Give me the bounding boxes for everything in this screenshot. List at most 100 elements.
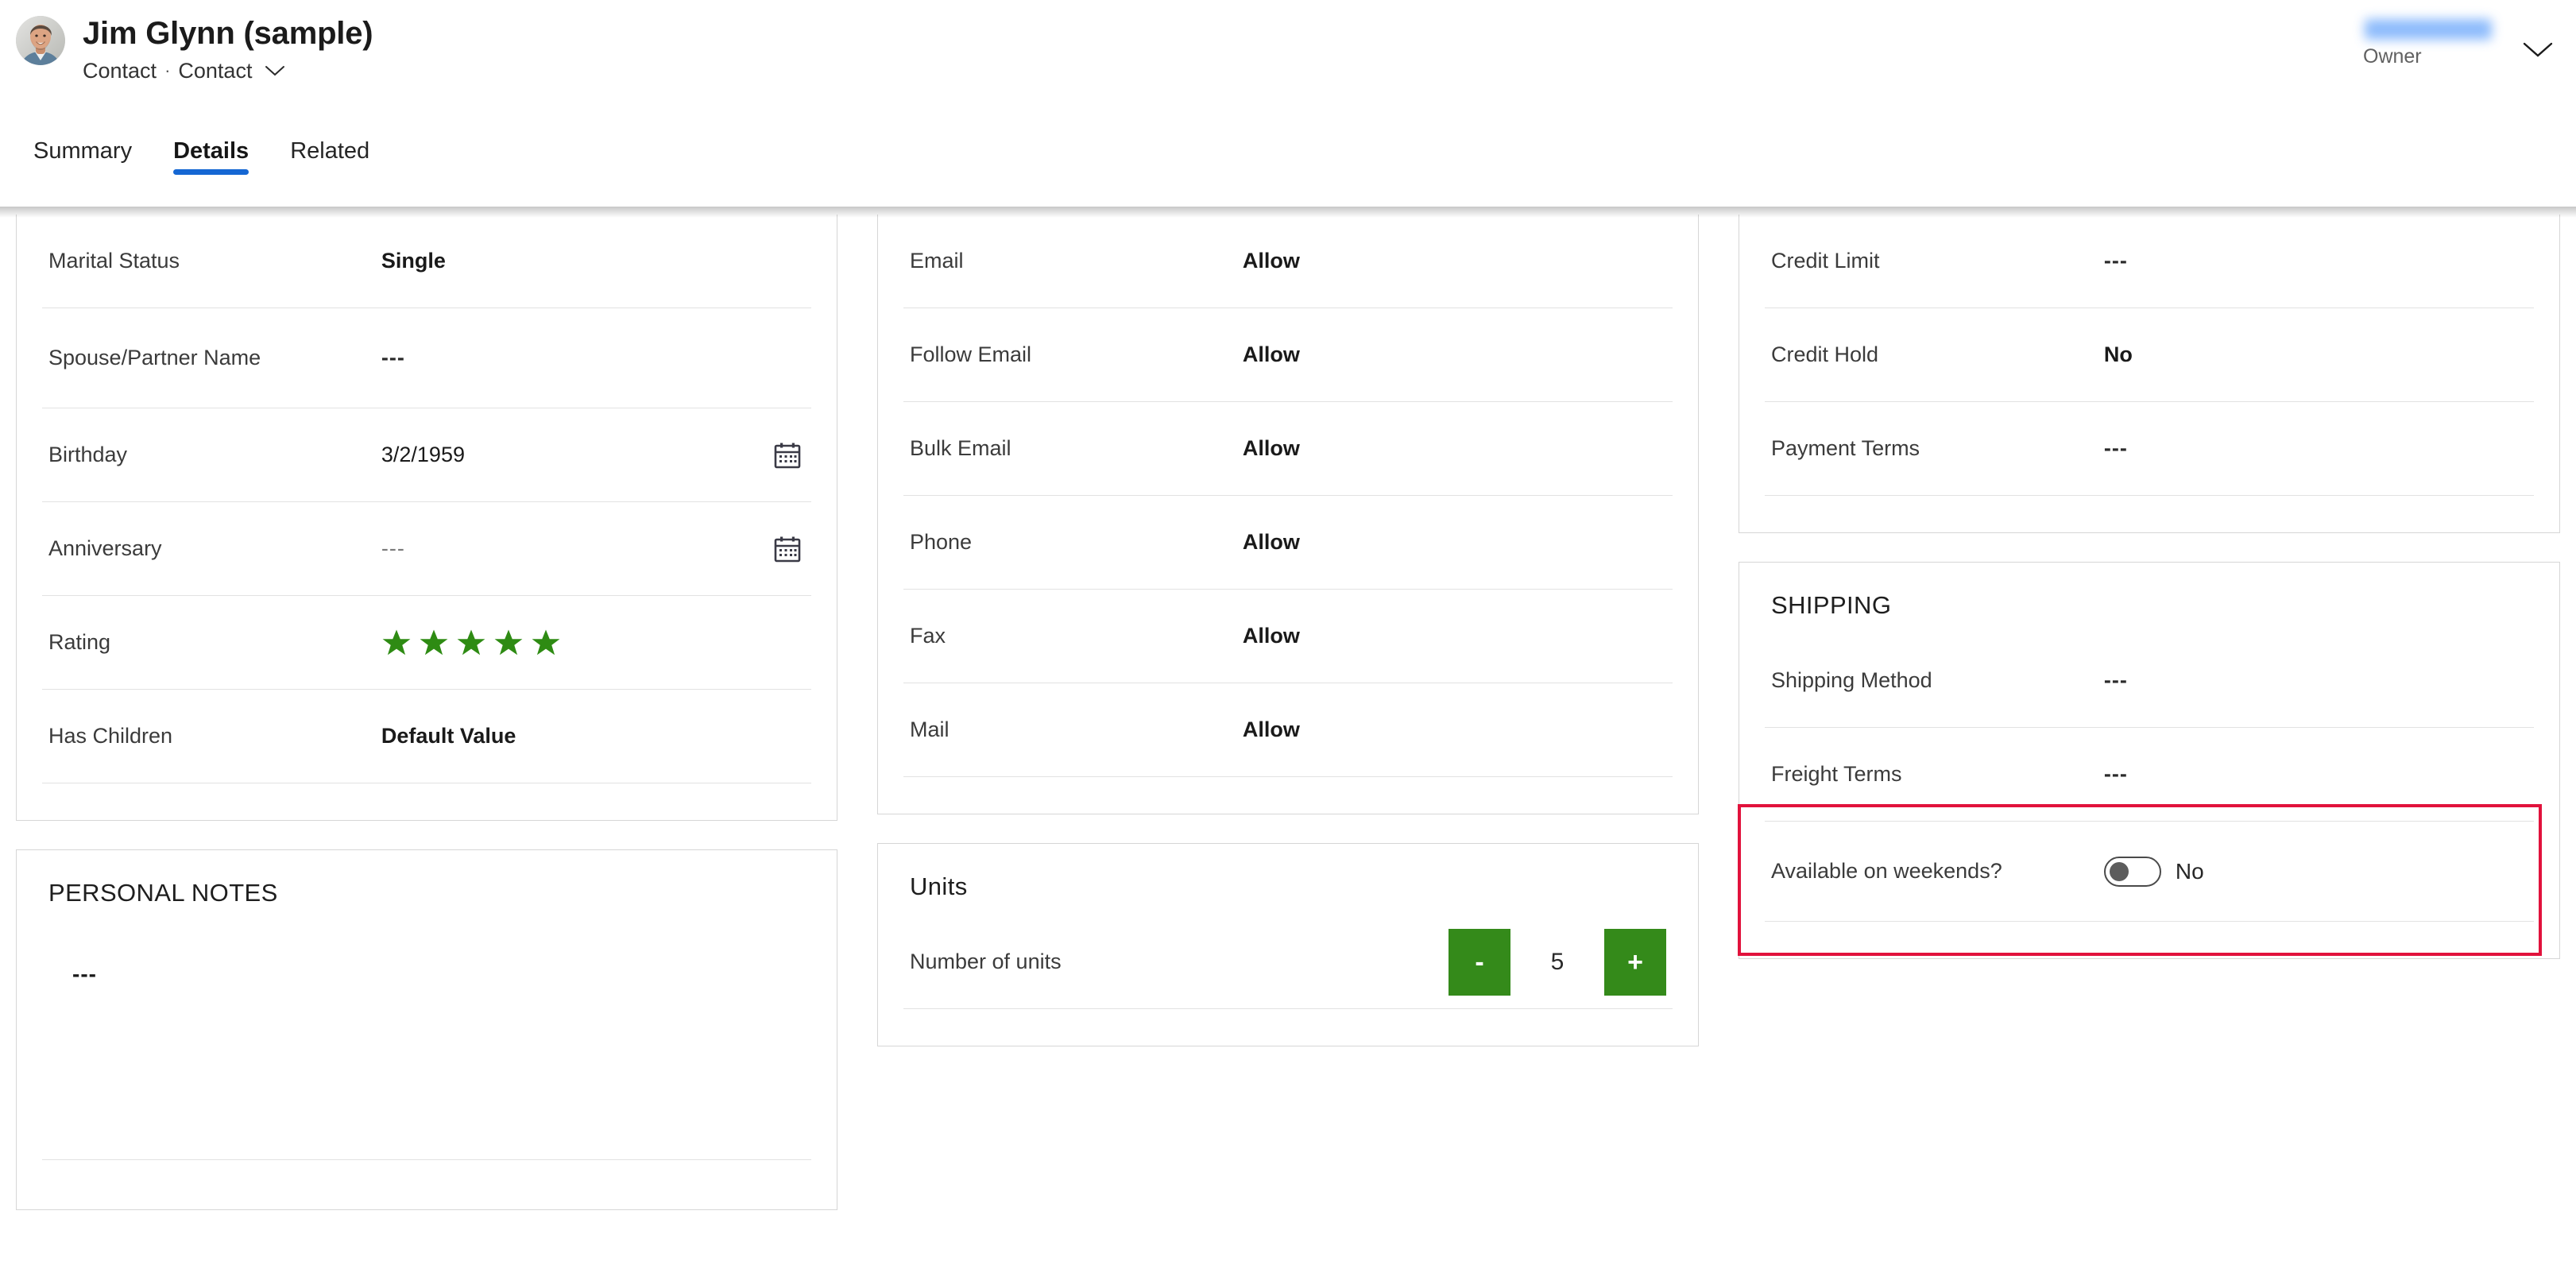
- card-title: Units: [910, 872, 968, 900]
- calendar-icon[interactable]: [773, 535, 805, 563]
- field-label: Mail: [910, 718, 950, 741]
- breadcrumb-entity: Contact: [83, 59, 157, 83]
- star-icon[interactable]: [493, 628, 524, 658]
- field-value: Allow: [1242, 342, 1300, 366]
- field-label: Credit Limit: [1771, 249, 1880, 273]
- field-has-children[interactable]: Has Children Default Value: [42, 690, 811, 783]
- field-anniversary[interactable]: Anniversary ---: [42, 502, 811, 596]
- field-value: ---: [381, 346, 405, 369]
- toggle-state-label: No: [2175, 858, 2204, 884]
- field-label: Marital Status: [48, 249, 180, 273]
- rating-stars[interactable]: [381, 628, 561, 658]
- field-bulk-email[interactable]: Bulk Email Allow: [903, 402, 1673, 496]
- increment-button[interactable]: +: [1604, 928, 1666, 996]
- notes-body[interactable]: ---: [42, 922, 811, 1160]
- field-label: Shipping Method: [1771, 668, 1932, 692]
- card-bottom-spacer: [1765, 496, 2534, 532]
- toggle-thumb: [2109, 861, 2129, 881]
- field-credit-hold[interactable]: Credit Hold No: [1765, 308, 2534, 402]
- field-birthday[interactable]: Birthday 3/2/1959: [42, 408, 811, 502]
- tab-related[interactable]: Related: [269, 119, 390, 192]
- form-content: Marital Status Single Spouse/Partner Nam…: [0, 207, 2576, 1261]
- toggle-wrap: No: [2103, 856, 2204, 887]
- field-label: Fax: [910, 624, 946, 648]
- quantity-stepper[interactable]: - 5 +: [1449, 928, 1666, 996]
- units-card: Units Number of units - 5 +: [877, 843, 1699, 1046]
- star-icon[interactable]: [531, 628, 561, 658]
- available-on-weekends-toggle[interactable]: [2103, 856, 2161, 887]
- column-middle: Email Allow Follow Email Allow Bulk Emai…: [877, 215, 1699, 1261]
- star-icon[interactable]: [456, 628, 486, 658]
- field-number-of-units[interactable]: Number of units - 5 +: [903, 915, 1673, 1009]
- form-columns: Marital Status Single Spouse/Partner Nam…: [0, 207, 2576, 1261]
- quantity-value: 5: [1550, 948, 1565, 975]
- form-selector-chevron-down-icon[interactable]: [265, 64, 285, 77]
- field-available-on-weekends[interactable]: Available on weekends? No: [1738, 804, 2542, 956]
- field-value: Single: [381, 249, 446, 273]
- record-identity: Jim Glynn (sample) Contact · Contact: [0, 13, 373, 84]
- column-left: Marital Status Single Spouse/Partner Nam…: [16, 215, 837, 1261]
- field-value: Allow: [1242, 530, 1300, 554]
- star-icon[interactable]: [381, 628, 412, 658]
- field-value: No: [2103, 342, 2133, 366]
- column-right: Credit Limit --- Credit Hold No Payment …: [1738, 215, 2560, 1261]
- tab-details[interactable]: Details: [153, 119, 269, 192]
- field-value: ---: [2103, 249, 2128, 273]
- field-label: Has Children: [48, 724, 173, 748]
- field-shipping-method[interactable]: Shipping Method ---: [1765, 634, 2534, 728]
- field-label: Anniversary: [48, 536, 162, 560]
- card-bottom-spacer: [42, 783, 811, 820]
- field-credit-limit[interactable]: Credit Limit ---: [1765, 215, 2534, 308]
- field-mail[interactable]: Mail Allow: [903, 683, 1673, 777]
- contact-preferences-card: Email Allow Follow Email Allow Bulk Emai…: [877, 215, 1699, 814]
- field-value: Default Value: [381, 724, 516, 748]
- header-chevron-down-icon[interactable]: [2522, 19, 2554, 59]
- field-label: Spouse/Partner Name: [48, 346, 261, 369]
- field-value: ---: [2103, 436, 2128, 460]
- owner-label: Owner: [2363, 45, 2422, 68]
- billing-card: Credit Limit --- Credit Hold No Payment …: [1739, 215, 2560, 533]
- field-spouse-partner-name[interactable]: Spouse/Partner Name ---: [42, 308, 811, 408]
- shipping-card: SHIPPING Shipping Method --- Freight Ter…: [1738, 562, 2560, 959]
- field-value: Allow: [1242, 624, 1300, 648]
- field-value: Allow: [1242, 249, 1300, 273]
- field-label: Number of units: [910, 950, 1062, 973]
- tab-summary[interactable]: Summary: [13, 119, 153, 192]
- card-title: SHIPPING: [1771, 591, 1892, 619]
- notes-footer-spacer: [42, 1160, 811, 1209]
- field-follow-email[interactable]: Follow Email Allow: [903, 308, 1673, 402]
- breadcrumb-separator: ·: [164, 60, 171, 80]
- owner-field[interactable]: Owner: [2363, 19, 2492, 68]
- record-header: Jim Glynn (sample) Contact · Contact Own…: [0, 0, 2576, 119]
- field-freight-terms[interactable]: Freight Terms ---: [1765, 728, 2534, 822]
- calendar-icon[interactable]: [773, 441, 805, 470]
- breadcrumb: Contact · Contact: [83, 57, 373, 84]
- field-label: Phone: [910, 530, 973, 554]
- field-label: Email: [910, 249, 964, 273]
- field-label: Available on weekends?: [1771, 859, 2002, 883]
- field-email[interactable]: Email Allow: [903, 215, 1673, 308]
- avatar[interactable]: [16, 16, 65, 65]
- card-title: PERSONAL NOTES: [48, 879, 278, 907]
- field-value: ---: [381, 536, 405, 560]
- field-phone[interactable]: Phone Allow: [903, 496, 1673, 590]
- field-label: Payment Terms: [1771, 436, 1920, 460]
- field-payment-terms[interactable]: Payment Terms ---: [1765, 402, 2534, 496]
- field-rating[interactable]: Rating: [42, 596, 811, 690]
- personal-notes-card: PERSONAL NOTES ---: [16, 849, 837, 1210]
- field-value: ---: [2103, 668, 2128, 692]
- header-right: Owner: [2363, 13, 2576, 68]
- field-label: Follow Email: [910, 342, 1032, 366]
- card-bottom-spacer: [903, 1009, 1673, 1046]
- field-label: Bulk Email: [910, 436, 1011, 460]
- field-fax[interactable]: Fax Allow: [903, 590, 1673, 683]
- personal-details-card: Marital Status Single Spouse/Partner Nam…: [16, 215, 837, 821]
- star-icon[interactable]: [419, 628, 449, 658]
- field-label: Credit Hold: [1771, 342, 1879, 366]
- owner-name-redacted: [2365, 19, 2492, 40]
- field-value: 3/2/1959: [381, 443, 465, 466]
- field-value: [381, 628, 805, 658]
- notes-value: ---: [72, 961, 97, 986]
- decrement-button[interactable]: -: [1449, 928, 1510, 996]
- field-marital-status[interactable]: Marital Status Single: [42, 215, 811, 308]
